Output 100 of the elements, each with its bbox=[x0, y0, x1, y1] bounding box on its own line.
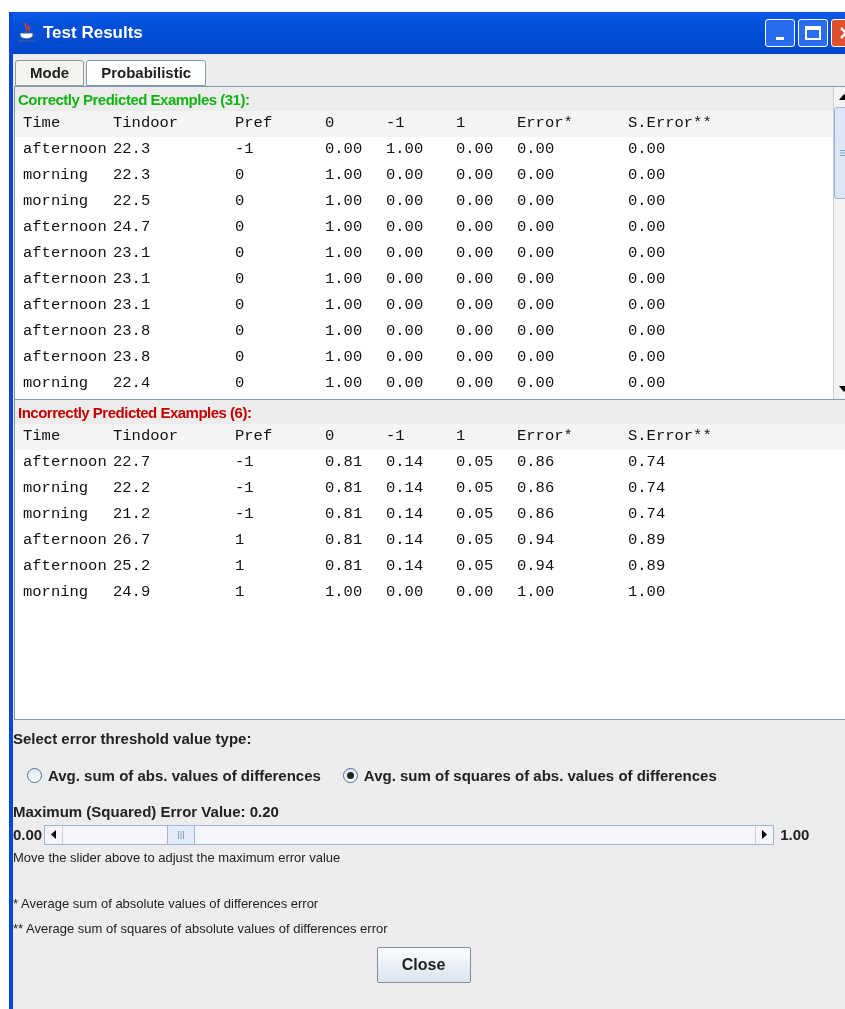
table-cell-text: morning bbox=[23, 165, 90, 187]
table-cell-text: 0.81 bbox=[325, 452, 364, 474]
tab[interactable]: Probabilistic bbox=[86, 60, 207, 86]
slider-hint: Move the slider above to adjust the maximum error value bbox=[13, 849, 342, 867]
table-cell-text: 22.5 bbox=[113, 191, 152, 213]
table-cell-text: 1.00 bbox=[325, 243, 364, 265]
table-cell-text: 1.00 bbox=[325, 217, 364, 239]
table-cell-text: 0.00 bbox=[386, 295, 425, 317]
table-cell-text: 0.14 bbox=[386, 452, 425, 474]
table-cell-text: 0.00 bbox=[628, 217, 667, 239]
table-cell-text: afternoon bbox=[23, 321, 108, 343]
radio-button[interactable] bbox=[342, 768, 358, 784]
coffee-cup-icon bbox=[17, 22, 37, 44]
table-cell-text: 1.00 bbox=[386, 139, 425, 161]
column-header: 0 bbox=[325, 426, 336, 448]
table-cell-text: 0 bbox=[235, 321, 246, 343]
table-cell-text: -1 bbox=[235, 504, 255, 526]
table-cell-text: 26.7 bbox=[113, 530, 152, 552]
slider[interactable] bbox=[44, 824, 775, 845]
table-cell-text: 0.81 bbox=[325, 504, 364, 526]
table-cell-text: 0.81 bbox=[325, 556, 364, 578]
table-cell-text: 0.00 bbox=[456, 269, 495, 291]
table-cell-text: 0 bbox=[235, 165, 246, 187]
table-cell-text: 0 bbox=[235, 295, 246, 317]
table-cell-text: 0.00 bbox=[517, 347, 556, 369]
table-cell-text: 0.00 bbox=[456, 373, 495, 395]
table-cell-text: 0.00 bbox=[628, 269, 667, 291]
table-cell-text: 0.00 bbox=[386, 347, 425, 369]
table-cell-text: 0.00 bbox=[517, 165, 556, 187]
table-cell-text: 0.74 bbox=[628, 452, 667, 474]
close-dialog-button[interactable]: Close bbox=[376, 946, 471, 983]
table-cell-text: 0.86 bbox=[517, 452, 556, 474]
slider-thumb[interactable] bbox=[167, 825, 195, 844]
column-header: Error* bbox=[517, 113, 574, 135]
table-cell-text: 1.00 bbox=[325, 295, 364, 317]
table-cell-text: 0.00 bbox=[628, 243, 667, 265]
table-cell-text: 0.00 bbox=[386, 191, 425, 213]
column-header: Tindoor bbox=[113, 113, 180, 135]
table-cell-text: 22.4 bbox=[113, 373, 152, 395]
table-cell-text: 0.00 bbox=[517, 139, 556, 161]
column-header: Time bbox=[23, 426, 62, 448]
table-cell-text: morning bbox=[23, 582, 90, 604]
table-cell-text: 0.00 bbox=[456, 139, 495, 161]
table-cell-text: 1 bbox=[235, 556, 246, 578]
table-cell-text: afternoon bbox=[23, 530, 108, 552]
table-cell-text: afternoon bbox=[23, 269, 108, 291]
table-cell-text: afternoon bbox=[23, 452, 108, 474]
column-header: 1 bbox=[456, 426, 467, 448]
table-cell-text: 22.2 bbox=[113, 478, 152, 500]
table-cell-text: afternoon bbox=[23, 347, 108, 369]
table-cell-text: 1.00 bbox=[325, 165, 364, 187]
radio-option[interactable]: Avg. sum of abs. values of differences bbox=[27, 764, 321, 787]
slider-min: 0.00 bbox=[13, 824, 43, 845]
radio-option[interactable]: Avg. sum of squares of abs. values of differences bbox=[342, 764, 717, 787]
table-cell-text: afternoon bbox=[23, 139, 108, 161]
table-cell-text: 24.9 bbox=[113, 582, 152, 604]
table-cell-text: afternoon bbox=[23, 295, 108, 317]
table-cell-text: 0.00 bbox=[325, 139, 364, 161]
table-cell-text: 1.00 bbox=[628, 582, 667, 604]
table-cell-text: 0.00 bbox=[386, 217, 425, 239]
footnote: ** Average sum of squares of absolute values of differences error bbox=[13, 920, 389, 938]
table-cell-text: 0.00 bbox=[517, 243, 556, 265]
table-cell-text: 0.14 bbox=[386, 504, 425, 526]
tab[interactable]: Mode bbox=[15, 60, 85, 86]
table-cell-text: 0.00 bbox=[628, 347, 667, 369]
table-cell-text: 0.00 bbox=[456, 582, 495, 604]
radio-button[interactable] bbox=[27, 768, 42, 784]
table-cell-text: 0.00 bbox=[386, 269, 425, 291]
table-cell-text: morning bbox=[23, 478, 90, 500]
column-header: -1 bbox=[386, 426, 406, 448]
table-cell-text: 0.74 bbox=[628, 504, 667, 526]
table-cell-text: 1.00 bbox=[325, 269, 364, 291]
table-cell-text: 1.00 bbox=[517, 582, 556, 604]
table-cell-text: 0.89 bbox=[628, 556, 667, 578]
table-cell-text: 0.00 bbox=[456, 243, 495, 265]
table-cell-text: 0.05 bbox=[456, 504, 495, 526]
table-cell-text: 0.81 bbox=[325, 478, 364, 500]
panel-title: Incorrectly Predicted Examples (6): bbox=[15, 400, 845, 424]
maximize-button[interactable] bbox=[798, 19, 828, 47]
table-cell-text: 0.00 bbox=[517, 191, 556, 213]
table-cell-text: 0.00 bbox=[517, 269, 556, 291]
table-cell-text: 1.00 bbox=[325, 347, 364, 369]
slider-max: 1.00 bbox=[780, 824, 810, 845]
slider-label: Maximum (Squared) Error Value: 0.20 bbox=[13, 802, 280, 822]
table-cell-text: 0.00 bbox=[456, 217, 495, 239]
table-cell-text: 1.00 bbox=[325, 373, 364, 395]
table-cell-text: afternoon bbox=[23, 556, 108, 578]
table-cell-text: 0.14 bbox=[386, 530, 425, 552]
table-cell-text: afternoon bbox=[23, 243, 108, 265]
table-cell-text: 0.00 bbox=[628, 295, 667, 317]
table-cell-text: -1 bbox=[235, 452, 255, 474]
table-cell-text: 0.00 bbox=[456, 295, 495, 317]
table-cell-text: 0.05 bbox=[456, 530, 495, 552]
table-cell-text: morning bbox=[23, 373, 90, 395]
table-cell-text: 1.00 bbox=[325, 191, 364, 213]
table-cell-text: 24.7 bbox=[113, 217, 152, 239]
panel-title: Correctly Predicted Examples (31): bbox=[15, 87, 833, 111]
table-cell-text: 0.00 bbox=[386, 243, 425, 265]
minimize-button[interactable] bbox=[765, 19, 795, 47]
table-cell-text: 0.00 bbox=[628, 165, 667, 187]
